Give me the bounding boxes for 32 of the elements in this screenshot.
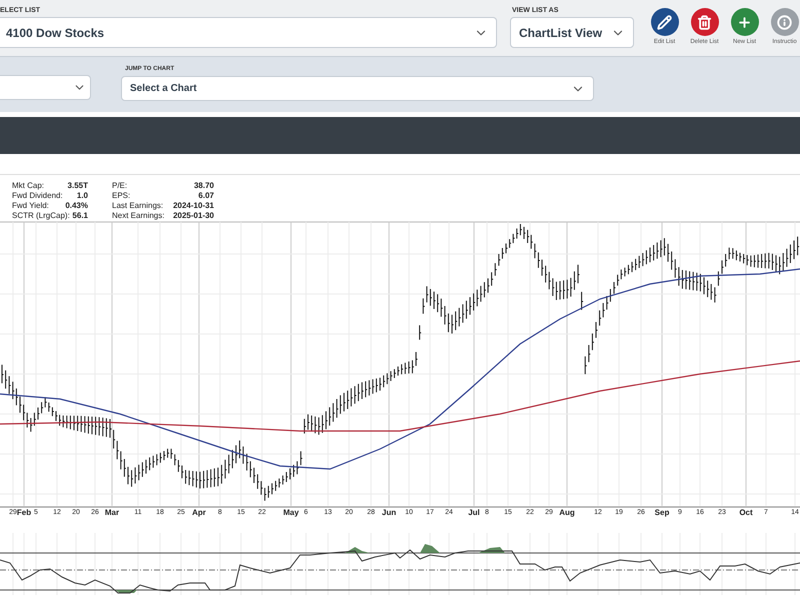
axis-label: Feb — [16, 508, 32, 518]
axis-label: Aug — [559, 508, 575, 518]
stat-label: Fwd Yield: — [12, 201, 49, 211]
stat-value: 0.43% — [65, 201, 88, 211]
stat-label: Last Earnings: — [112, 201, 164, 211]
filter-select[interactable] — [0, 75, 91, 100]
info-icon — [777, 14, 792, 30]
axis-label: Jul — [468, 508, 480, 518]
stat-value: 38.70 — [194, 181, 214, 191]
axis-label: Apr — [192, 508, 206, 518]
delete-icon — [697, 14, 712, 30]
stat-value: 1.0 — [76, 191, 88, 201]
axis-label: Jun — [382, 508, 396, 518]
stat-value: 3.55T — [68, 181, 88, 191]
axis-label: Sep — [654, 508, 670, 518]
stat-label: Next Earnings: — [112, 211, 164, 221]
view-select[interactable]: ChartList View — [510, 17, 634, 48]
axis-label: Oct — [739, 508, 753, 518]
stat-label: Mkt Cap: — [12, 181, 44, 191]
chart-select[interactable]: Select a Chart — [121, 76, 594, 101]
stat-value: 6.07 — [198, 191, 214, 201]
stat-value: 2024-10-31 — [173, 201, 214, 211]
edit-icon — [657, 14, 672, 30]
stat-label: Fwd Dividend: — [12, 191, 63, 201]
stat-label: EPS: — [112, 191, 130, 201]
list-select[interactable]: 4100 Dow Stocks — [0, 17, 497, 48]
stat-value: 56.1 — [72, 211, 88, 221]
stat-value: 2025-01-30 — [173, 211, 214, 221]
axis-label: Mar — [104, 508, 120, 518]
stat-label: P/E: — [112, 181, 128, 191]
axis-label: May — [283, 508, 299, 518]
stat-label: SCTR (LrgCap): — [12, 211, 70, 221]
